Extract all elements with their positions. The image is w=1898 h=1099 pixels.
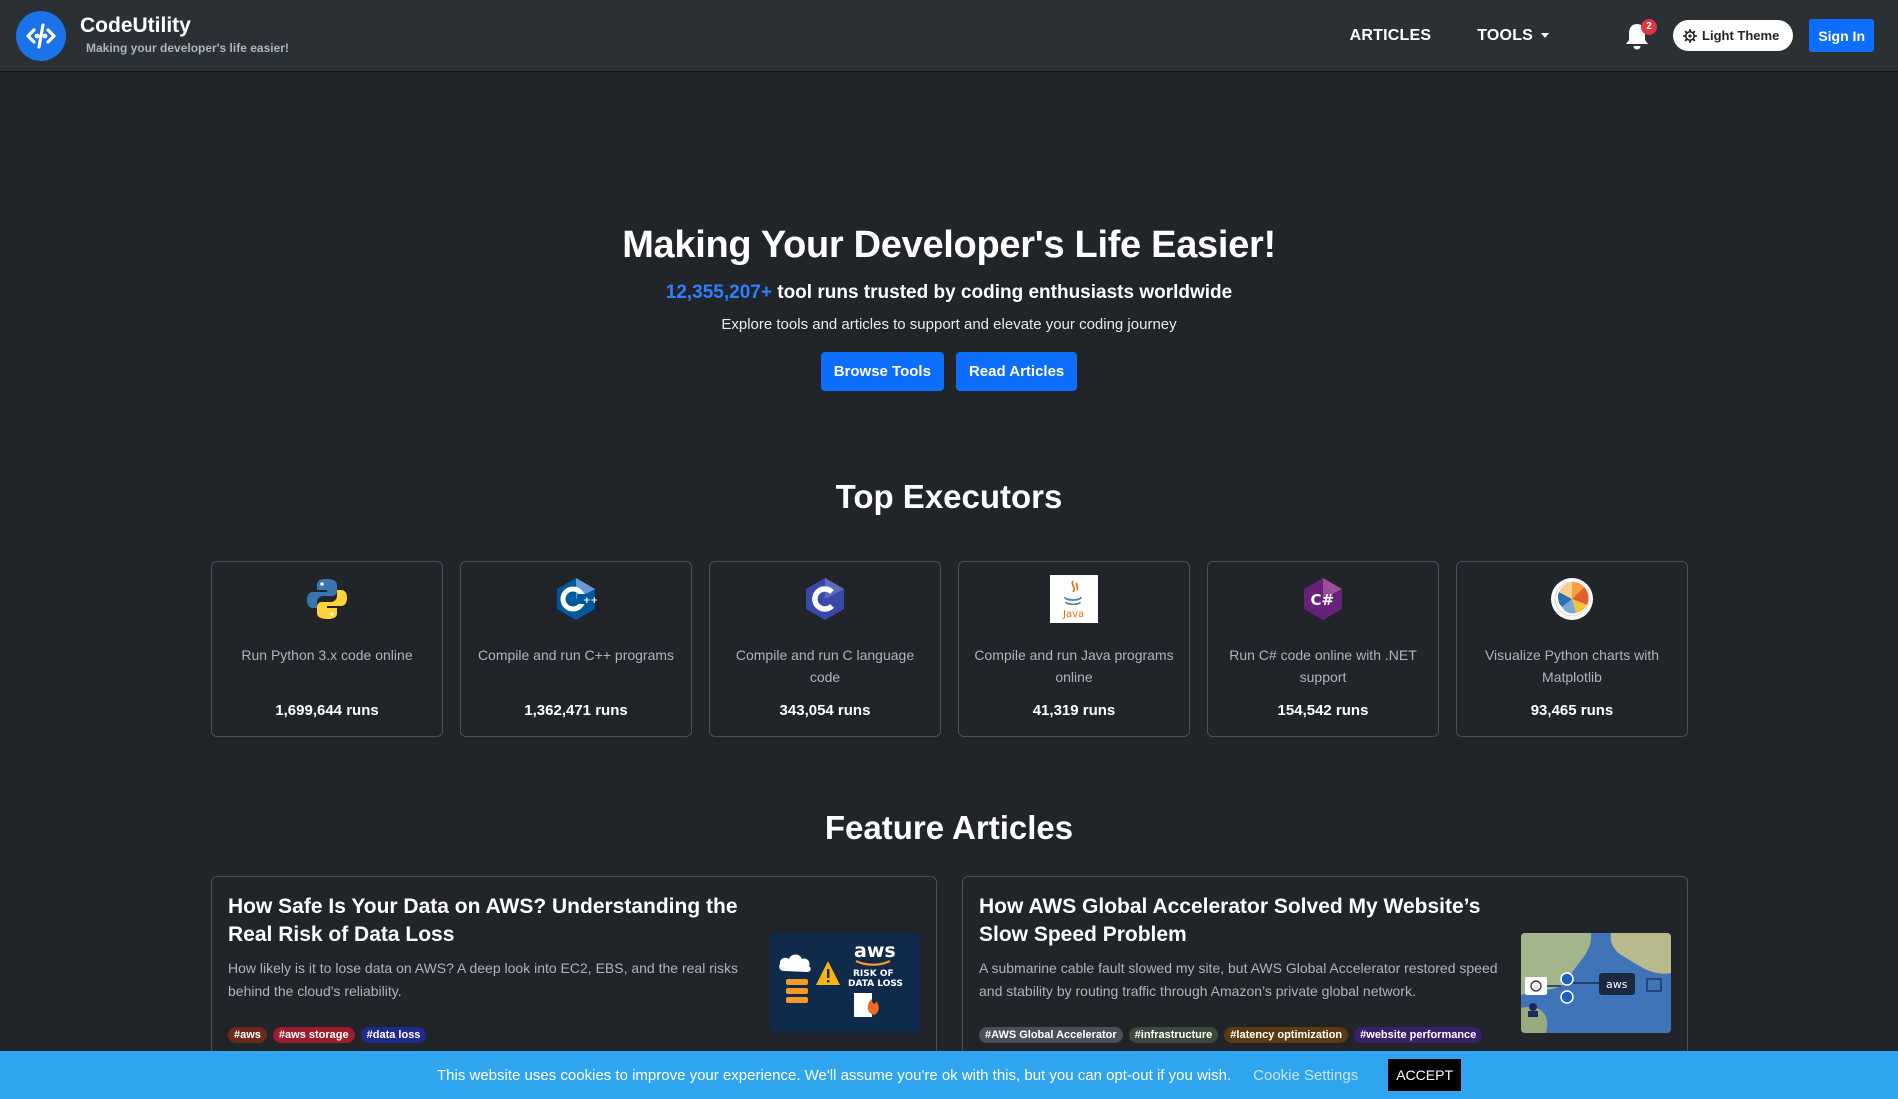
- executor-description: Run Python 3.x code online: [241, 647, 413, 663]
- tool-runs-count: 12,355,207+: [665, 282, 772, 303]
- cookie-accept-button[interactable]: ACCEPT: [1388, 1059, 1461, 1091]
- executor-runs: 1,699,644 runs: [275, 702, 379, 719]
- tag-aws-global-accelerator[interactable]: #AWS Global Accelerator: [979, 1027, 1123, 1043]
- article-thumbnail[interactable]: aws: [1521, 933, 1671, 1033]
- tag-aws-storage[interactable]: #aws storage: [272, 1027, 355, 1043]
- article-thumbnail[interactable]: aws RISK OF DATA LOSS: [770, 933, 920, 1033]
- csharp-icon: C#: [1298, 574, 1348, 624]
- navbar: CodeUtility Making your developer's life…: [0, 0, 1898, 72]
- theme-toggle-label: Light Theme: [1702, 28, 1780, 43]
- executor-description: Run C# code online with .NET support: [1229, 647, 1417, 685]
- brand-name: CodeUtility: [80, 13, 191, 37]
- tag-latency-optimization[interactable]: #latency optimization: [1224, 1027, 1349, 1043]
- executor-card-cpp[interactable]: ++ Compile and run C++ programs 1,362,47…: [460, 561, 692, 737]
- browse-tools-button[interactable]: Browse Tools: [820, 352, 944, 391]
- hero-actions: Browse Tools Read Articles: [0, 352, 1898, 391]
- nav-articles-label: ARTICLES: [1349, 26, 1432, 44]
- c-icon: [800, 574, 850, 624]
- executor-runs: 154,542 runs: [1277, 702, 1369, 719]
- executor-card-matplotlib[interactable]: Visualize Python charts with Matplotlib …: [1456, 561, 1688, 737]
- tool-runs-text: tool runs trusted by coding enthusiasts …: [771, 282, 1233, 303]
- article-title[interactable]: How AWS Global Accelerator Solved My Web…: [979, 893, 1524, 949]
- executor-runs: 1,362,471 runs: [524, 702, 628, 719]
- svg-text:++: ++: [583, 596, 598, 606]
- cookie-settings-link[interactable]: Cookie Settings: [1253, 1067, 1358, 1084]
- article-tags: #aws #aws storage #data loss: [228, 1027, 432, 1043]
- nav-tools-label: TOOLS: [1477, 26, 1534, 44]
- hero-description: Explore tools and articles to support an…: [721, 316, 1177, 333]
- tag-website-performance[interactable]: #website performance: [1354, 1027, 1483, 1043]
- article-tags: #AWS Global Accelerator #infrastructure …: [979, 1027, 1488, 1043]
- article-card-aws-data-loss[interactable]: How Safe Is Your Data on AWS? Understand…: [211, 876, 937, 1076]
- article-title[interactable]: How Safe Is Your Data on AWS? Understand…: [228, 893, 773, 949]
- nav-tools-dropdown[interactable]: TOOLS: [1477, 26, 1550, 45]
- python-icon: [302, 574, 352, 624]
- java-icon: Java: [1049, 574, 1099, 624]
- executor-runs: 41,319 runs: [1032, 702, 1116, 719]
- brand-tagline: Making your developer's life easier!: [86, 40, 289, 55]
- hero-title: Making Your Developer's Life Easier!: [622, 224, 1276, 266]
- sign-in-label: Sign In: [1818, 27, 1865, 44]
- aws-image-text: aws: [1606, 978, 1628, 991]
- chevron-down-icon: [1541, 33, 1550, 38]
- tag-data-loss[interactable]: #data loss: [360, 1027, 427, 1043]
- executor-card-java[interactable]: Java Compile and run Java programs onlin…: [958, 561, 1190, 737]
- cookie-message: This website uses cookies to improve you…: [436, 1066, 1232, 1084]
- tag-infrastructure[interactable]: #infrastructure: [1128, 1027, 1219, 1043]
- sign-in-button[interactable]: Sign In: [1809, 19, 1874, 52]
- top-executors-title: Top Executors: [835, 478, 1063, 515]
- notifications-button[interactable]: 2: [1623, 18, 1658, 51]
- executor-description: Compile and run Java programs online: [974, 647, 1174, 685]
- executor-description: Visualize Python charts with Matplotlib: [1484, 647, 1660, 685]
- executor-description: Compile and run C++ programs: [477, 647, 675, 663]
- hero-subtitle: 12,355,207+ tool runs trusted by coding …: [0, 282, 1898, 304]
- svg-text:C#: C#: [1311, 591, 1335, 609]
- executors-grid: Run Python 3.x code online 1,699,644 run…: [211, 561, 1688, 737]
- cpp-icon: ++: [551, 574, 601, 624]
- articles-grid: How Safe Is Your Data on AWS? Understand…: [211, 876, 1688, 1076]
- nav-articles-link[interactable]: ARTICLES: [1350, 27, 1432, 45]
- data-loss-image-text: DATA LOSS: [848, 979, 903, 989]
- executor-runs: 343,054 runs: [779, 702, 871, 719]
- executor-card-python[interactable]: Run Python 3.x code online 1,699,644 run…: [211, 561, 443, 737]
- executor-card-c[interactable]: Compile and run C language code 343,054 …: [709, 561, 941, 737]
- brand[interactable]: CodeUtility Making your developer's life…: [16, 10, 301, 61]
- read-articles-button[interactable]: Read Articles: [955, 352, 1078, 391]
- aws-image-text: aws: [854, 940, 896, 962]
- codeutility-logo-icon: [16, 10, 66, 61]
- theme-toggle-button[interactable]: Light Theme: [1673, 20, 1794, 51]
- risk-image-text: RISK OF: [853, 969, 894, 979]
- matplotlib-icon: [1547, 574, 1597, 624]
- gear-icon: [1683, 28, 1698, 43]
- article-description: How likely is it to lose data on AWS? A …: [228, 960, 738, 999]
- article-description: A submarine cable fault slowed my site, …: [979, 960, 1498, 999]
- tag-aws[interactable]: #aws: [228, 1027, 267, 1043]
- executor-runs: 93,465 runs: [1530, 702, 1614, 719]
- article-card-aws-global-accelerator[interactable]: How AWS Global Accelerator Solved My Web…: [962, 876, 1688, 1076]
- executor-description: Compile and run C language code: [735, 647, 915, 685]
- svg-text:Java: Java: [1062, 609, 1084, 620]
- feature-articles-title: Feature Articles: [824, 809, 1074, 846]
- notification-badge: 2: [1641, 18, 1658, 35]
- executor-card-csharp[interactable]: C# Run C# code online with .NET support …: [1207, 561, 1439, 737]
- cookie-consent-bar: This website uses cookies to improve you…: [0, 1051, 1898, 1099]
